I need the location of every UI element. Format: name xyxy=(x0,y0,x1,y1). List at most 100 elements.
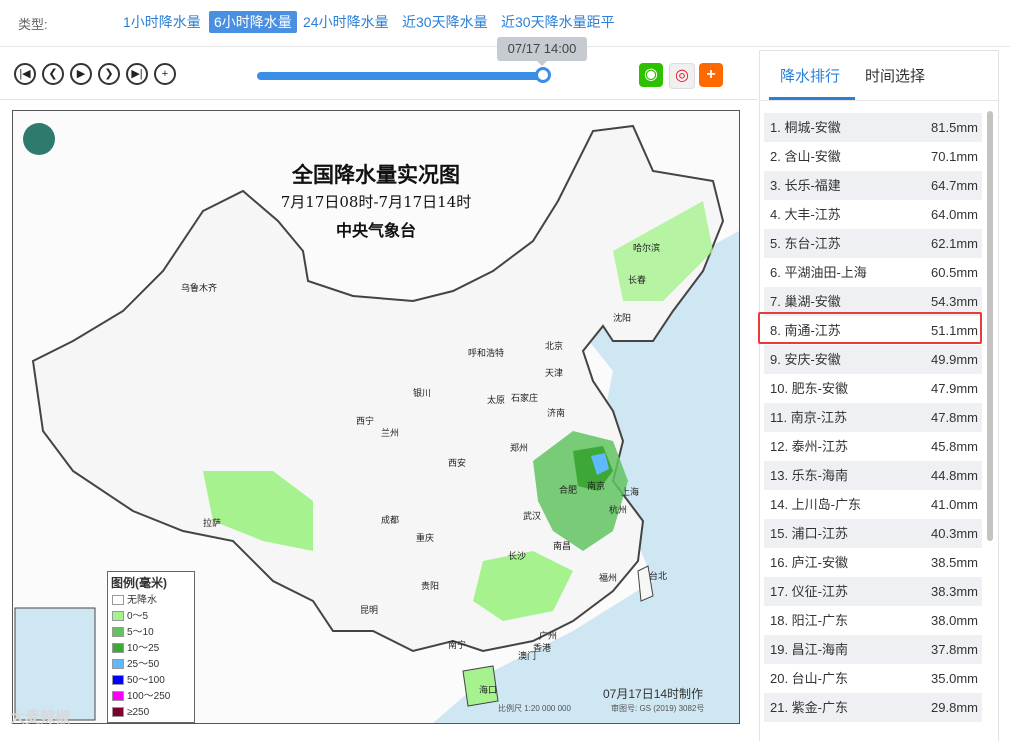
rank-station: 17. 仪征-江苏 xyxy=(770,584,849,599)
highlight-box xyxy=(758,312,982,344)
time-slider-handle[interactable] xyxy=(535,67,551,83)
rank-value: 47.9mm xyxy=(931,381,978,396)
type-option-6h[interactable]: 6小时降水量 xyxy=(209,11,297,33)
rank-value: 38.3mm xyxy=(931,584,978,599)
time-tooltip: 07/17 14:00 xyxy=(497,37,587,66)
map-title: 全国降水量实况图 xyxy=(292,162,460,187)
tab-rain-ranking[interactable]: 降水排行 xyxy=(780,65,840,86)
ranking-panel: 降水排行 时间选择 1. 桐城-安徽 81.5mm 2. 含山-安徽 70.1mm 3.… xyxy=(759,50,999,741)
map-agency: 中央气象台 xyxy=(335,221,416,240)
tab-time-select[interactable]: 时间选择 xyxy=(865,65,925,86)
legend-swatch xyxy=(112,595,124,606)
rank-row[interactable]: 3. 长乐-福建 64.7mm xyxy=(764,171,982,200)
rank-station: 19. 昌江-海南 xyxy=(770,642,849,657)
zoom-in-icon[interactable]: + xyxy=(154,63,176,85)
map-scale: 比例尺 1:20 000 000 xyxy=(498,704,571,713)
legend-label: 10～25 xyxy=(127,643,160,654)
rank-station: 9. 安庆-安徽 xyxy=(770,352,841,367)
rank-station: 3. 长乐-福建 xyxy=(770,178,841,193)
rank-value: 62.1mm xyxy=(931,236,978,251)
rank-row[interactable]: 14. 上川岛-广东 41.0mm xyxy=(764,490,982,519)
city-label: 海口 xyxy=(479,685,498,695)
rank-row[interactable]: 11. 南京-江苏 47.8mm xyxy=(764,403,982,432)
rank-row[interactable]: 19. 昌江-海南 37.8mm xyxy=(764,635,982,664)
rank-row[interactable]: 5. 东台-江苏 62.1mm xyxy=(764,229,982,258)
map-review-number: 审图号: GS (2019) 3082号 xyxy=(611,704,705,713)
map-legend: 图例(毫米) 无降水 0～5 5～10 10～25 25～50 50～100 100～250… xyxy=(107,571,195,723)
rank-station: 1. 桐城-安徽 xyxy=(770,120,841,135)
legend-swatch xyxy=(112,643,124,654)
rank-station: 16. 庐江-安徽 xyxy=(770,555,849,570)
city-label: 南昌 xyxy=(553,541,572,551)
rank-list-scrollbar[interactable] xyxy=(987,111,993,541)
prev-icon[interactable]: ❮ xyxy=(42,63,64,85)
city-label: 武汉 xyxy=(523,511,542,521)
map-made-time: 07月17日14时制作 xyxy=(603,687,704,701)
city-label: 上海 xyxy=(621,487,640,497)
city-label: 杭州 xyxy=(609,505,628,515)
rank-row[interactable]: 15. 浦口-江苏 40.3mm xyxy=(764,519,982,548)
rank-row[interactable]: 17. 仪征-江苏 38.3mm xyxy=(764,577,982,606)
rank-value: 60.5mm xyxy=(931,265,978,280)
legend-swatch xyxy=(112,691,124,702)
rank-value: 38.0mm xyxy=(931,613,978,628)
type-option-1h[interactable]: 1小时降水量 xyxy=(118,11,206,33)
city-label: 澳门 xyxy=(518,651,537,661)
rank-value: 29.8mm xyxy=(931,700,978,715)
rank-row[interactable]: 12. 泰州-江苏 45.8mm xyxy=(764,432,982,461)
rank-row[interactable]: 6. 平湖油田-上海 60.5mm xyxy=(764,258,982,287)
legend-swatch xyxy=(112,611,124,622)
play-icon[interactable]: ▶ xyxy=(70,63,92,85)
type-option-30d-anomaly[interactable]: 近30天降水量距平 xyxy=(496,11,620,33)
rank-value: 35.0mm xyxy=(931,671,978,686)
rank-value: 37.8mm xyxy=(931,642,978,657)
legend-item: 5～10 xyxy=(108,625,194,641)
legend-swatch xyxy=(112,627,124,638)
rank-station: 4. 大丰-江苏 xyxy=(770,207,841,222)
legend-item: ≥250 xyxy=(108,705,194,721)
time-slider[interactable] xyxy=(257,72,545,80)
legend-label: 无降水 xyxy=(127,595,157,606)
rank-row[interactable]: 9. 安庆-安徽 49.9mm xyxy=(764,345,982,374)
rank-row[interactable]: 4. 大丰-江苏 64.0mm xyxy=(764,200,982,229)
legend-label: 5～10 xyxy=(127,627,154,638)
rank-station: 11. 南京-江苏 xyxy=(770,410,848,425)
city-label: 重庆 xyxy=(416,533,435,543)
next-icon[interactable]: ❯ xyxy=(98,63,120,85)
city-label: 西安 xyxy=(448,458,467,468)
rank-row[interactable]: 2. 含山-安徽 70.1mm xyxy=(764,142,982,171)
rank-station: 2. 含山-安徽 xyxy=(770,149,841,164)
rank-value: 64.0mm xyxy=(931,207,978,222)
wechat-icon[interactable]: ◉ xyxy=(639,63,663,87)
legend-swatch xyxy=(112,659,124,670)
city-label: 台北 xyxy=(649,571,668,581)
legend-label: 50～100 xyxy=(127,675,165,686)
rank-row[interactable]: 13. 乐东-海南 44.8mm xyxy=(764,461,982,490)
rank-row[interactable]: 18. 阳江-广东 38.0mm xyxy=(764,606,982,635)
rank-row[interactable]: 1. 桐城-安徽 81.5mm xyxy=(764,113,982,142)
divider xyxy=(0,99,757,100)
type-option-24h[interactable]: 24小时降水量 xyxy=(298,11,394,33)
cma-logo-icon xyxy=(23,123,55,155)
city-label: 西宁 xyxy=(356,416,375,426)
city-label: 哈尔滨 xyxy=(633,243,661,253)
rank-station: 10. 肥东-安徽 xyxy=(770,381,849,396)
first-icon[interactable]: |◀ xyxy=(14,63,36,85)
last-icon[interactable]: ▶| xyxy=(126,63,148,85)
rank-station: 6. 平湖油田-上海 xyxy=(770,265,867,280)
rank-row[interactable]: 16. 庐江-安徽 38.5mm xyxy=(764,548,982,577)
city-label: 成都 xyxy=(381,515,400,525)
weibo-icon[interactable]: ◎ xyxy=(669,63,695,89)
rank-row[interactable]: 10. 肥东-安徽 47.9mm xyxy=(764,374,982,403)
add-icon[interactable]: + xyxy=(699,63,723,87)
legend-label: 25～50 xyxy=(127,659,160,670)
city-label: 北京 xyxy=(545,341,564,351)
rank-station: 13. 乐东-海南 xyxy=(770,468,849,483)
rank-row[interactable]: 21. 紫金-广东 29.8mm xyxy=(764,693,982,722)
rank-row[interactable]: 20. 台山-广东 35.0mm xyxy=(764,664,982,693)
type-label: 类型: xyxy=(18,17,48,32)
city-label: 济南 xyxy=(547,408,566,418)
type-option-30d[interactable]: 近30天降水量 xyxy=(397,11,493,33)
rank-station: 15. 浦口-江苏 xyxy=(770,526,849,541)
legend-swatch xyxy=(112,675,124,686)
